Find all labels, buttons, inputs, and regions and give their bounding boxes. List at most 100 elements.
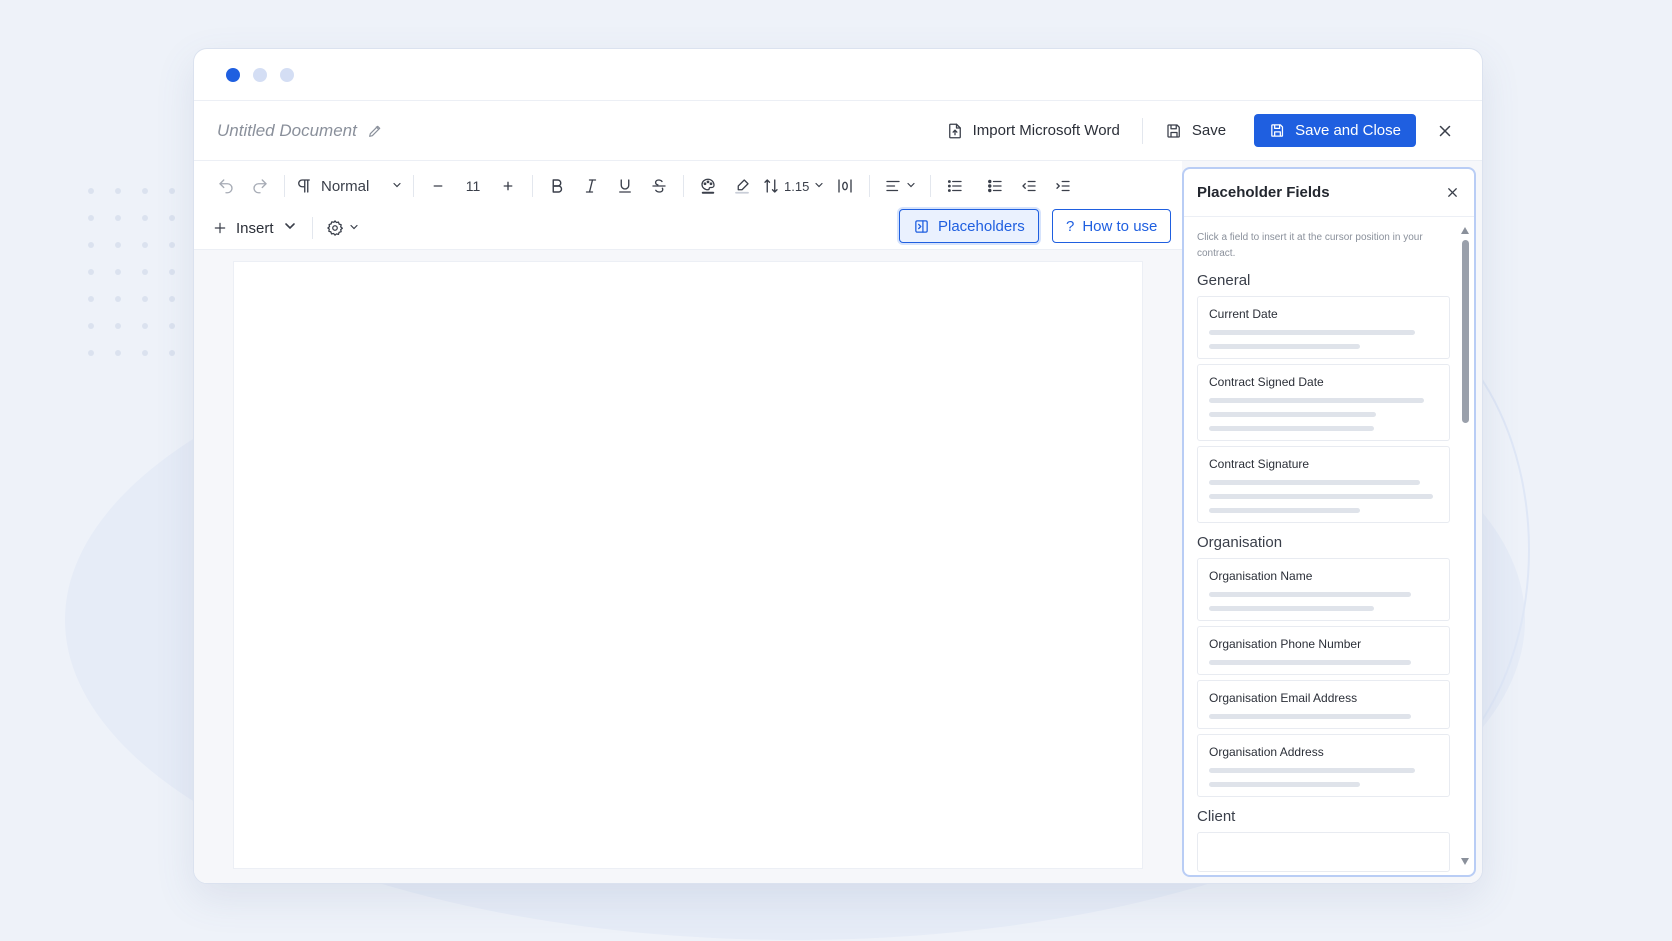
bullet-list-button[interactable]	[941, 173, 969, 199]
import-word-button[interactable]: Import Microsoft Word	[936, 122, 1130, 140]
document-page[interactable]	[233, 261, 1143, 869]
paragraph-style-value: Normal	[321, 177, 370, 195]
panel-hint: Click a field to insert it at the cursor…	[1197, 232, 1423, 259]
font-size-value[interactable]: 11	[458, 173, 488, 199]
placeholder-skeleton-line	[1209, 592, 1411, 597]
placeholder-skeleton-line	[1209, 606, 1374, 611]
align-select[interactable]	[880, 173, 920, 199]
line-height-value: 1.15	[784, 178, 810, 194]
paragraph-style-select[interactable]: Normal	[295, 173, 403, 199]
placeholder-field-card[interactable]	[1197, 832, 1450, 872]
plus-icon	[503, 181, 513, 191]
save-and-close-button[interactable]: Save and Close	[1254, 114, 1416, 147]
file-upload-icon	[948, 123, 961, 138]
pencil-icon[interactable]	[367, 123, 383, 139]
document-title[interactable]: Untitled Document	[217, 121, 383, 141]
panel-scrollbar[interactable]	[1460, 227, 1470, 865]
placeholder-field-card[interactable]: Organisation Address	[1197, 734, 1450, 797]
palette-icon	[701, 178, 715, 194]
toolbar-divider	[284, 175, 285, 197]
placeholder-skeleton-line	[1209, 768, 1416, 773]
placeholders-label: Placeholders	[938, 217, 1025, 235]
placeholder-field-card[interactable]: Contract Signed Date	[1197, 364, 1450, 441]
window-dot[interactable]	[253, 67, 267, 82]
highlighter-icon	[735, 179, 749, 194]
undo-button[interactable]	[212, 173, 240, 199]
line-height-select[interactable]: 1.15	[762, 173, 825, 199]
question-icon: ?	[1066, 217, 1075, 235]
highlight-button[interactable]	[728, 173, 756, 199]
strikethrough-icon	[652, 179, 666, 193]
strikethrough-button[interactable]	[645, 173, 673, 199]
window-dot-active[interactable]	[226, 67, 240, 82]
placeholder-fields-panel: Placeholder Fields Click a field to inse…	[1182, 167, 1476, 877]
chevron-down-icon	[282, 218, 298, 238]
editor-column: Normal 11 1.15 Insert Placeholders ? How…	[194, 161, 1182, 883]
scroll-up-arrow-icon[interactable]	[1461, 227, 1469, 234]
close-icon[interactable]	[1445, 185, 1460, 200]
outdent-button[interactable]	[1015, 173, 1043, 199]
placeholder-field-name: Organisation Name	[1209, 569, 1313, 583]
editor-body: Normal 11 1.15 Insert Placeholders ? How…	[194, 161, 1482, 883]
settings-menu-button[interactable]	[323, 215, 363, 241]
close-icon	[1439, 125, 1451, 136]
placeholder-field-card[interactable]: Current Date	[1197, 296, 1450, 359]
placeholder-field-name: Contract Signed Date	[1209, 375, 1324, 389]
placeholder-skeleton-line	[1209, 480, 1420, 485]
placeholder-field-name: Organisation Phone Number	[1209, 637, 1362, 651]
placeholder-field-card[interactable]: Organisation Name	[1197, 558, 1450, 621]
placeholder-field-card[interactable]: Contract Signature	[1197, 446, 1450, 523]
bold-icon	[552, 179, 563, 193]
editor-window: Untitled Document Import Microsoft Word …	[193, 48, 1483, 884]
numbered-list-button[interactable]	[981, 173, 1009, 199]
placeholder-skeleton-line	[1209, 330, 1416, 335]
save-icon	[1167, 123, 1180, 138]
scroll-down-arrow-icon[interactable]	[1461, 858, 1469, 865]
placeholder-skeleton-line	[1209, 782, 1361, 787]
indent-icon	[1056, 180, 1070, 192]
align-left-icon	[886, 180, 900, 192]
window-dot[interactable]	[280, 67, 294, 82]
underline-button[interactable]	[611, 173, 639, 199]
bold-button[interactable]	[543, 173, 571, 199]
indent-button[interactable]	[1049, 173, 1077, 199]
pilcrow-icon	[298, 179, 310, 193]
save-button[interactable]: Save	[1155, 122, 1236, 140]
placeholder-skeleton-line	[1209, 344, 1361, 349]
decrease-font-size-button[interactable]	[424, 173, 452, 199]
placeholders-button[interactable]: Placeholders	[899, 209, 1039, 243]
undo-icon	[219, 179, 233, 194]
how-to-use-label: How to use	[1082, 217, 1158, 235]
insert-menu-button[interactable]: Insert	[212, 218, 298, 238]
placeholder-group-title: General	[1197, 272, 1251, 289]
placeholder-skeleton-line	[1209, 426, 1374, 431]
placeholder-group-title: Organisation	[1197, 534, 1283, 551]
letter-spacing-icon	[838, 179, 852, 193]
text-color-button[interactable]	[694, 173, 722, 199]
placeholder-skeleton-line	[1209, 398, 1425, 403]
bullet-list-icon	[948, 180, 962, 192]
placeholder-group-title: Client	[1197, 808, 1236, 825]
placeholder-field-name: Contract Signature	[1209, 457, 1310, 471]
import-word-label: Import Microsoft Word	[972, 122, 1120, 139]
how-to-use-button[interactable]: ? How to use	[1052, 209, 1172, 243]
placeholder-field-card[interactable]: Organisation Phone Number	[1197, 626, 1450, 675]
redo-icon	[253, 179, 267, 194]
divider	[1141, 117, 1143, 144]
increase-font-size-button[interactable]	[494, 173, 522, 199]
redo-button[interactable]	[246, 173, 274, 199]
chevron-down-icon	[348, 220, 360, 236]
chevron-down-icon	[391, 178, 403, 195]
underline-icon	[619, 179, 631, 193]
italic-button[interactable]	[577, 173, 605, 199]
document-title-text[interactable]: Untitled Document	[217, 121, 357, 141]
minus-icon	[433, 185, 443, 187]
document-bar: Untitled Document Import Microsoft Word …	[194, 101, 1482, 161]
toolbar-row-insert: Insert	[212, 215, 369, 241]
scrollbar-thumb[interactable]	[1461, 240, 1469, 423]
decorative-dot-grid	[88, 188, 196, 377]
letter-spacing-button[interactable]	[831, 173, 859, 199]
placeholder-field-card[interactable]: Organisation Email Address	[1197, 680, 1450, 729]
toolbar-divider	[532, 175, 533, 197]
close-editor-button[interactable]	[1430, 116, 1460, 146]
